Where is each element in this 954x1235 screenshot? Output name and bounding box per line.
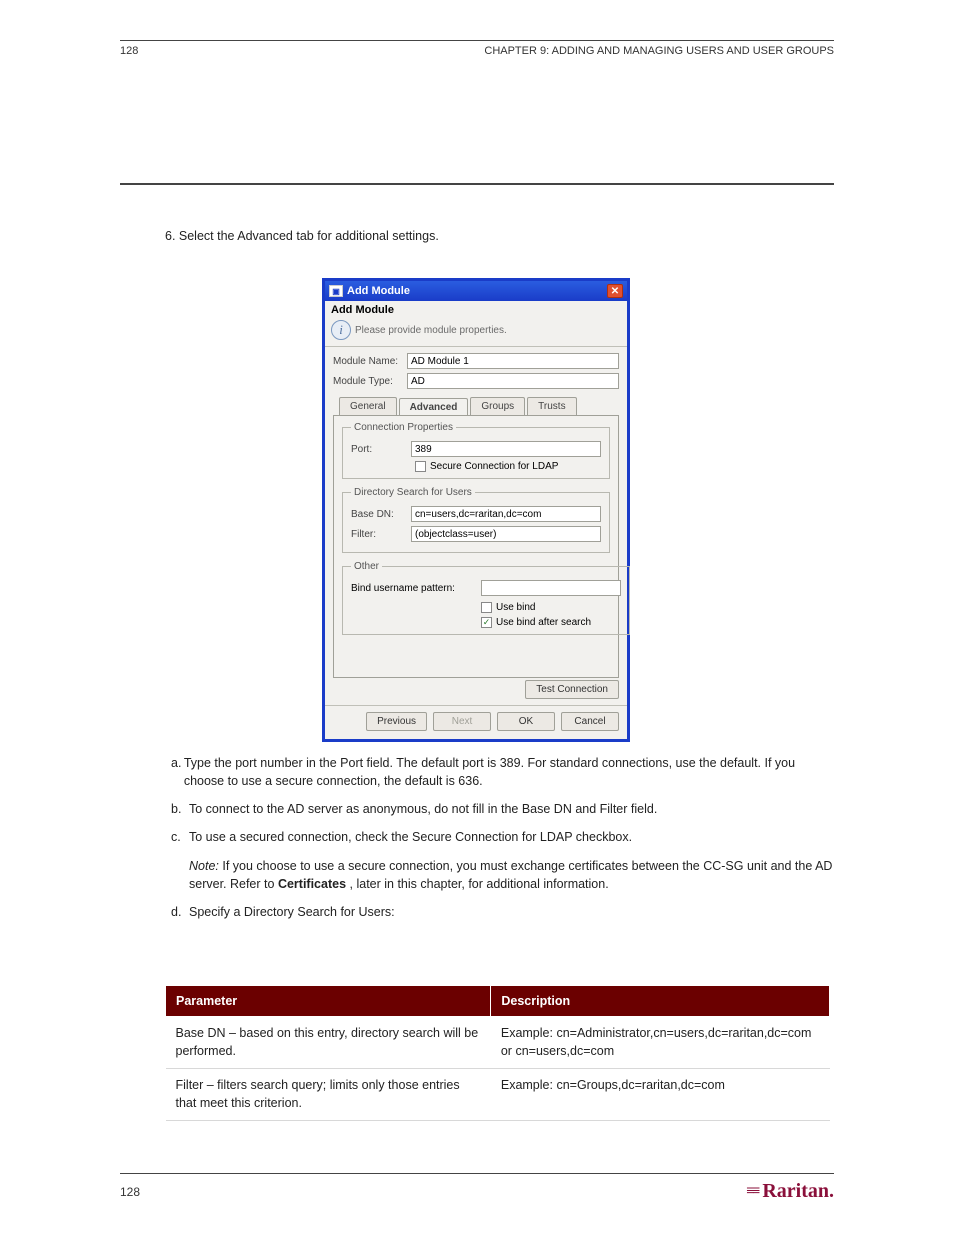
tab-advanced-page: Connection Properties Port: Secure Conne… <box>333 415 619 678</box>
next-button: Next <box>433 712 491 731</box>
previous-button[interactable]: Previous <box>366 712 427 731</box>
port-label: Port: <box>351 444 411 455</box>
ok-button[interactable]: OK <box>497 712 555 731</box>
bind-pattern-input[interactable] <box>481 580 621 596</box>
body-after-dialog: a. Type the port number in the Port fiel… <box>165 754 834 931</box>
step-6d-text: Specify a Directory Search for Users: <box>189 903 395 921</box>
window-icon: ▣ <box>329 285 343 297</box>
step-6b-label: b. <box>165 800 189 818</box>
section-title-zone <box>120 175 834 185</box>
info-icon: i <box>331 320 351 340</box>
dialog-info-text: Please provide module properties. <box>355 325 507 336</box>
note-title: Note: <box>189 859 219 873</box>
base-dn-label: Base DN: <box>351 509 411 520</box>
table-row: Filter – filters search query; limits on… <box>166 1069 830 1121</box>
table-cell-param: Base DN – based on this entry, directory… <box>166 1017 491 1069</box>
step-6a-label: a. <box>165 754 184 790</box>
footer-page-number: 128 <box>120 1185 140 1199</box>
module-type-label: Module Type: <box>333 376 407 387</box>
bind-pattern-label: Bind username pattern: <box>351 583 477 594</box>
other-group: Other Bind username pattern: Use bind ✓ … <box>342 561 630 635</box>
parameters-table: Parameter Description Base DN – based on… <box>165 985 830 1121</box>
step-6d-label: d. <box>165 903 189 921</box>
cancel-button[interactable]: Cancel <box>561 712 619 731</box>
tab-groups[interactable]: Groups <box>470 397 525 415</box>
step-6c-label: c. <box>165 828 189 846</box>
logo-text: Raritan. <box>762 1180 834 1203</box>
dialog-pane-title: Add Module <box>331 304 621 316</box>
table-row: Base DN – based on this entry, directory… <box>166 1017 830 1069</box>
table-cell-desc: Example: cn=Administrator,cn=users,dc=ra… <box>491 1017 830 1069</box>
module-type-input[interactable] <box>407 373 619 389</box>
table-header-parameter: Parameter <box>166 986 491 1017</box>
dialog-titlebar: ▣ Add Module ✕ <box>325 281 627 301</box>
port-input[interactable] <box>411 441 601 457</box>
body-upper: 6. Select the Advanced tab for additiona… <box>165 228 834 246</box>
dialog-pane-header: Add Module i Please provide module prope… <box>325 301 627 347</box>
header-page-number: 128 <box>120 45 138 57</box>
use-bind-label: Use bind <box>496 602 535 613</box>
step-6a-text: Type the port number in the Port field. … <box>184 754 834 790</box>
page-footer: 128 ≡≡ Raritan. <box>120 1173 834 1203</box>
directory-search-group: Directory Search for Users Base DN: Filt… <box>342 487 610 553</box>
note-tail: , later in this chapter, for additional … <box>350 877 609 891</box>
test-connection-button[interactable]: Test Connection <box>525 680 619 699</box>
dialog-title: Add Module <box>347 285 410 297</box>
dialog-form: Module Name: Module Type: <box>325 347 627 397</box>
secure-ldap-checkbox[interactable] <box>415 461 426 472</box>
use-bind-after-label: Use bind after search <box>496 617 591 628</box>
module-name-input[interactable] <box>407 353 619 369</box>
tab-general[interactable]: General <box>339 397 397 415</box>
table-cell-desc: Example: cn=Groups,dc=raritan,dc=com <box>491 1069 830 1121</box>
step-6b-text: To connect to the AD server as anonymous… <box>189 800 657 818</box>
connection-properties-group: Connection Properties Port: Secure Conne… <box>342 422 610 479</box>
filter-input[interactable] <box>411 526 601 542</box>
tabstrip: General Advanced Groups Trusts <box>325 397 627 415</box>
connection-properties-legend: Connection Properties <box>351 422 456 433</box>
header-chapter: CHAPTER 9: ADDING AND MANAGING USERS AND… <box>484 45 834 57</box>
dialog-buttonbar: Previous Next OK Cancel <box>325 705 627 739</box>
step-6b: b. To connect to the AD server as anonym… <box>165 800 834 818</box>
step-6d: d. Specify a Directory Search for Users: <box>165 903 834 921</box>
base-dn-input[interactable] <box>411 506 601 522</box>
module-name-label: Module Name: <box>333 356 407 367</box>
add-module-dialog: ▣ Add Module ✕ Add Module i Please provi… <box>322 278 630 742</box>
close-icon[interactable]: ✕ <box>607 284 623 298</box>
tab-trusts[interactable]: Trusts <box>527 397 576 415</box>
step-6c-text: To use a secured connection, check the S… <box>189 828 632 846</box>
note-link: Certificates <box>278 877 346 891</box>
step-6c: c. To use a secured connection, check th… <box>165 828 834 846</box>
table-header-description: Description <box>491 986 830 1017</box>
secure-ldap-label: Secure Connection for LDAP <box>430 461 558 472</box>
page-header: 128 CHAPTER 9: ADDING AND MANAGING USERS… <box>120 40 834 57</box>
raritan-logo: ≡≡ Raritan. <box>746 1180 834 1203</box>
use-bind-after-checkbox[interactable]: ✓ <box>481 617 492 628</box>
logo-mark-icon: ≡≡ <box>746 1184 758 1200</box>
table-cell-param: Filter – filters search query; limits on… <box>166 1069 491 1121</box>
other-legend: Other <box>351 561 382 572</box>
note: Note: If you choose to use a secure conn… <box>165 857 834 893</box>
step-6: 6. Select the Advanced tab for additiona… <box>165 228 834 246</box>
use-bind-checkbox[interactable] <box>481 602 492 613</box>
step-6a: a. Type the port number in the Port fiel… <box>165 754 834 790</box>
directory-search-legend: Directory Search for Users <box>351 487 475 498</box>
filter-label: Filter: <box>351 529 411 540</box>
add-module-dialog-screenshot: ▣ Add Module ✕ Add Module i Please provi… <box>322 278 630 742</box>
tab-advanced[interactable]: Advanced <box>399 398 469 416</box>
